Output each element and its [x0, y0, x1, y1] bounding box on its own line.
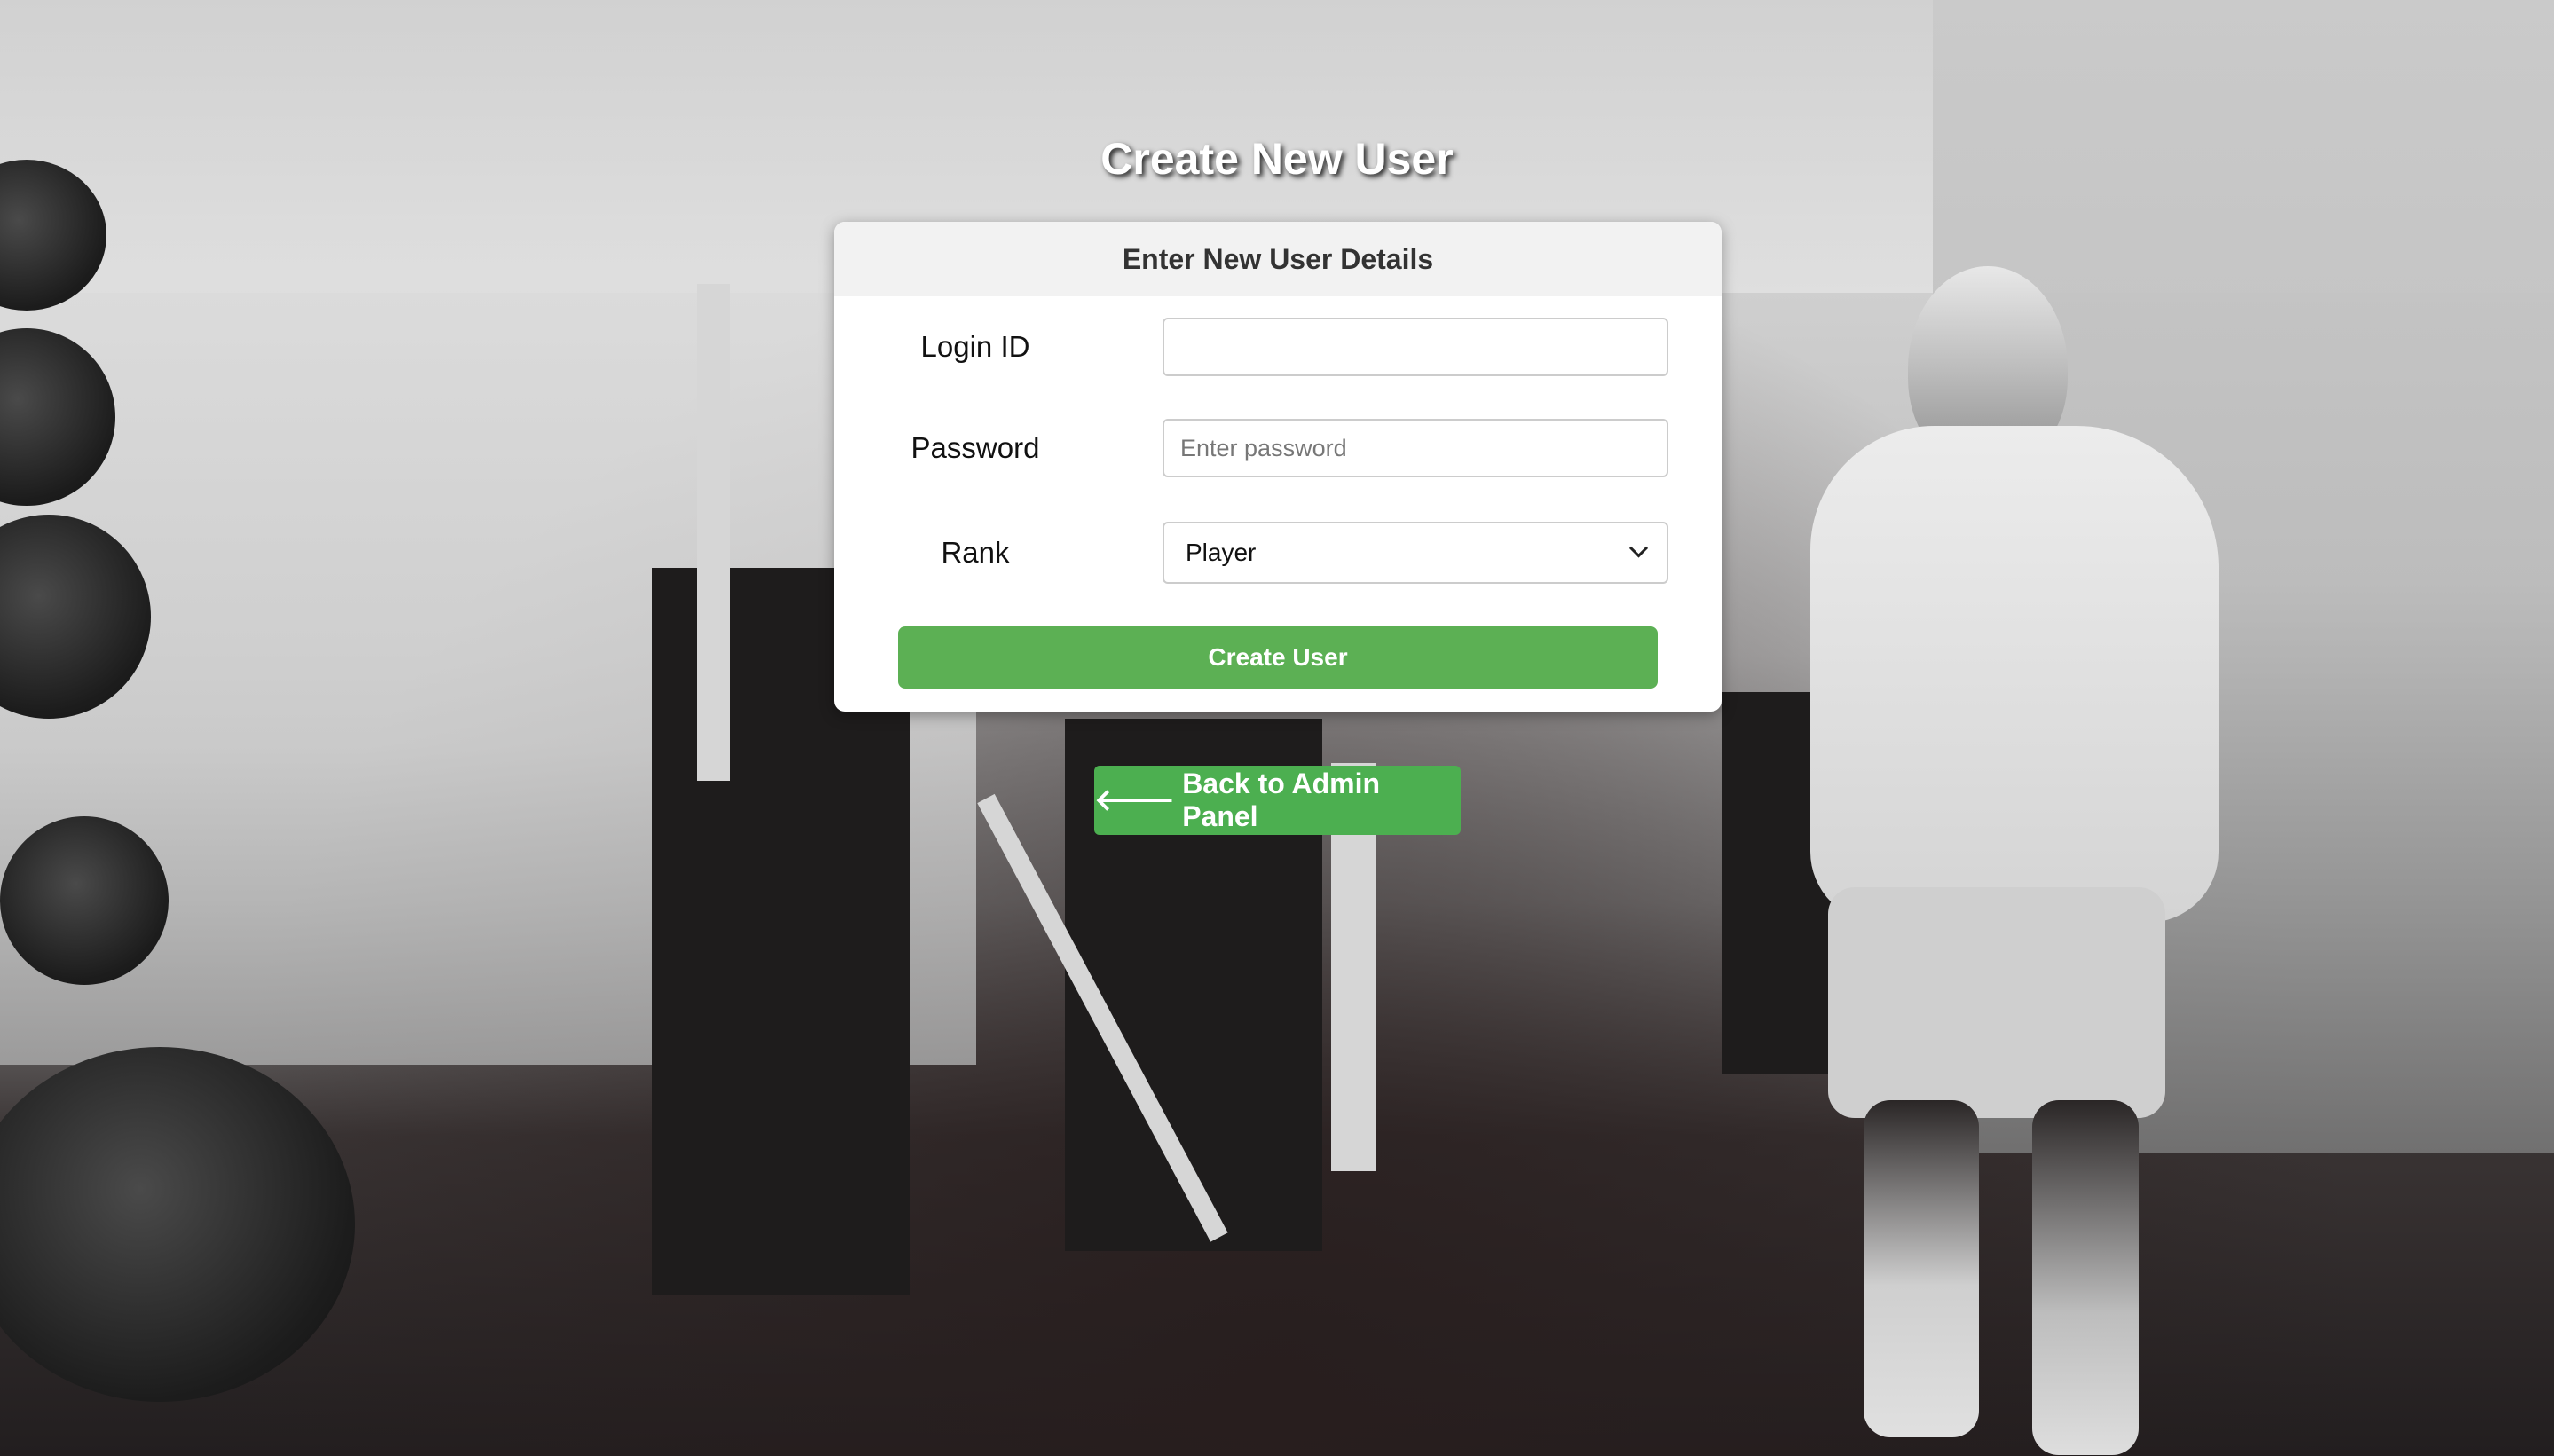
back-to-admin-panel-button[interactable]: 🡐 Back to Admin Panel: [1094, 766, 1461, 835]
password-label: Password: [910, 431, 1040, 464]
chevron-down-icon: [1628, 538, 1649, 557]
background-person: [1775, 266, 2236, 1455]
weight-plate: [0, 1047, 355, 1402]
login-id-label: Login ID: [920, 330, 1030, 363]
gym-beam: [697, 284, 730, 781]
rank-label: Rank: [941, 536, 1010, 569]
rank-select[interactable]: Player: [1163, 522, 1668, 584]
create-user-button[interactable]: Create User: [898, 626, 1658, 689]
form-header: Enter New User Details: [834, 222, 1722, 296]
rank-select-value: Player: [1186, 539, 1257, 566]
page-title: Create New User: [1100, 134, 1454, 184]
login-id-input[interactable]: [1163, 318, 1668, 376]
back-button-label: Back to Admin Panel: [1182, 767, 1381, 832]
login-id-row: Login ID: [834, 318, 1722, 376]
password-row: Password: [834, 419, 1722, 477]
weight-plate: [0, 816, 169, 985]
arrow-left-icon: 🡐: [1094, 783, 1176, 817]
rank-row: Rank Player: [834, 522, 1722, 584]
background-photo: [0, 0, 2554, 1456]
password-input[interactable]: [1163, 419, 1668, 477]
create-user-form: Enter New User Details Login ID Password…: [834, 222, 1722, 712]
